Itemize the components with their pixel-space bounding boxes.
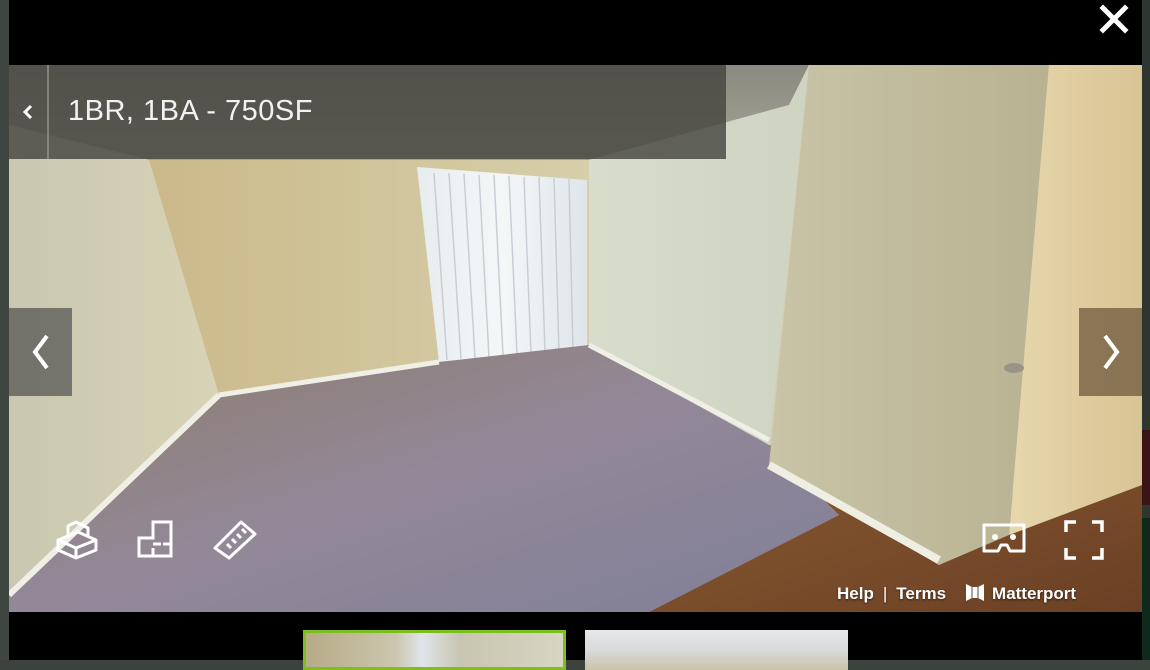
close-button[interactable] xyxy=(1097,2,1131,36)
title-bar: 1BR, 1BA - 750SF xyxy=(9,65,726,159)
chevron-left-icon xyxy=(32,334,49,370)
matterport-link[interactable]: Matterport xyxy=(992,584,1076,604)
vr-headset-icon xyxy=(982,523,1026,553)
floorplan-icon xyxy=(137,520,173,558)
thumbnail-2[interactable] xyxy=(585,630,848,670)
dollhouse-button[interactable] xyxy=(54,518,100,565)
dollhouse-icon xyxy=(56,520,98,560)
measure-button[interactable] xyxy=(211,518,259,565)
tour-title: 1BR, 1BA - 750SF xyxy=(68,95,313,127)
chevron-left-icon xyxy=(22,104,33,120)
background-page-right xyxy=(1142,0,1150,660)
tour-modal: 1BR, 1BA - 750SF Help | Terms Matterport xyxy=(9,0,1142,670)
terms-link[interactable]: Terms xyxy=(896,584,946,604)
vr-button[interactable] xyxy=(981,521,1027,560)
footer-separator: | xyxy=(882,584,888,603)
background-page-element xyxy=(1142,518,1150,660)
floorplan-button[interactable] xyxy=(135,518,175,565)
matterport-logo-icon[interactable] xyxy=(964,581,986,608)
virtual-tour-viewer[interactable]: 1BR, 1BA - 750SF Help | Terms Matterport xyxy=(9,65,1142,612)
previous-button[interactable] xyxy=(9,308,72,396)
background-page-element xyxy=(1142,430,1150,505)
thumbnail-1[interactable] xyxy=(303,630,566,670)
fullscreen-button[interactable] xyxy=(1062,518,1106,567)
background-page-left xyxy=(0,0,9,660)
fullscreen-icon xyxy=(1064,520,1104,560)
help-link[interactable]: Help xyxy=(837,584,874,604)
next-button[interactable] xyxy=(1079,308,1142,396)
chevron-right-icon xyxy=(1102,334,1119,370)
title-back-button[interactable] xyxy=(9,65,49,159)
close-icon xyxy=(1099,4,1129,34)
viewer-footer: Help | Terms Matterport xyxy=(837,582,1076,606)
ruler-icon xyxy=(213,520,257,560)
